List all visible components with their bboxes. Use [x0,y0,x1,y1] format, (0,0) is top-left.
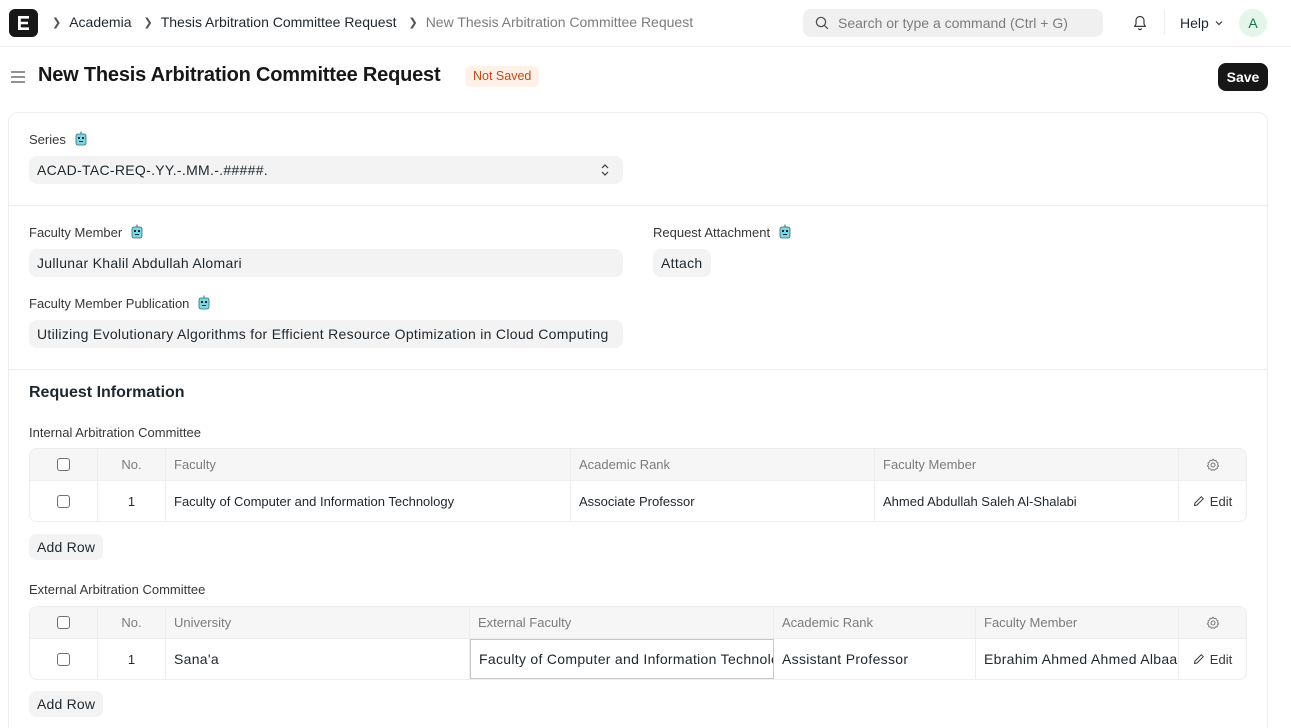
navbar: ❯ Academia ❯ Thesis Arbitration Committe… [0,0,1291,47]
row-edit-button[interactable]: Edit [1179,639,1246,679]
series-label-text: Series [29,131,66,147]
external-committee-label: External Arbitration Committee [29,582,206,597]
chevron-right-icon: ❯ [143,16,153,29]
series-label: Series [29,131,88,147]
gear-icon[interactable] [1206,458,1220,472]
pencil-icon [1193,496,1204,506]
publication-label: Faculty Member Publication [29,295,211,311]
external-committee-table: No. University External Faculty Academic… [29,606,1247,680]
search-bar[interactable] [803,9,1103,37]
section-divider [9,205,1267,206]
column-header-no: No. [98,449,166,480]
row-university[interactable]: Sana'a [166,639,470,679]
bell-icon[interactable] [1131,14,1149,32]
faculty-member-label-text: Faculty Member [29,224,123,240]
gear-icon[interactable] [1206,616,1220,630]
publication-label-text: Faculty Member Publication [29,295,190,311]
series-value: ACAD-TAC-REQ-.YY.-.MM.-.#####. [37,162,268,178]
select-all-cell [30,607,98,638]
row-faculty-member[interactable]: Ebrahim Ahmed Ahmed Albaadani [976,639,1179,679]
page-title: New Thesis Arbitration Committee Request [38,64,441,86]
column-header-academic-rank: Academic Rank [571,449,875,480]
column-header-no: No. [98,607,166,638]
row-select-cell [30,481,98,521]
add-row-button[interactable]: Add Row [29,534,104,560]
select-all-checkbox[interactable] [57,458,70,471]
chevron-right-icon: ❯ [52,16,62,29]
request-attachment-label: Request Attachment [653,224,792,240]
breadcrumb-academia[interactable]: Academia [69,14,131,30]
robot-icon [199,295,210,310]
row-academic-rank[interactable]: Assistant Professor [774,639,976,679]
row-faculty[interactable]: Faculty of Computer and Information Tech… [166,481,571,521]
row-checkbox[interactable] [57,494,70,508]
table-header: No. Faculty Academic Rank Faculty Member [30,449,1246,481]
attach-button[interactable]: Attach [653,249,711,277]
row-edit-button[interactable]: Edit [1179,481,1246,521]
publication-field[interactable]: Utilizing Evolutionary Algorithms for Ef… [29,320,623,348]
select-arrows-icon [601,164,609,176]
row-select-cell [30,639,98,679]
series-select[interactable]: ACAD-TAC-REQ-.YY.-.MM.-.#####. [29,156,623,184]
select-all-checkbox[interactable] [57,616,70,629]
breadcrumb-doctype[interactable]: Thesis Arbitration Committee Request [161,14,397,30]
select-all-cell [30,449,98,480]
row-faculty-member[interactable]: Ahmed Abdullah Saleh Al-Shalabi [875,481,1179,521]
column-header-academic-rank: Academic Rank [774,607,976,638]
column-header-university: University [166,607,470,638]
breadcrumb-current[interactable]: New Thesis Arbitration Committee Request [426,14,693,30]
column-header-external-faculty: External Faculty [470,607,774,638]
robot-icon [75,131,87,146]
edit-label: Edit [1209,651,1233,667]
add-row-button[interactable]: Add Row [29,691,104,717]
column-header-faculty-member: Faculty Member [875,449,1179,480]
chevron-right-icon: ❯ [408,16,418,29]
column-settings[interactable] [1179,607,1246,638]
column-settings[interactable] [1179,449,1246,480]
internal-committee-label: Internal Arbitration Committee [29,425,201,440]
request-attachment-label-text: Request Attachment [653,224,771,240]
status-badge: Not Saved [465,66,540,87]
faculty-member-label: Faculty Member [29,224,144,240]
section-divider [9,369,1267,370]
search-icon [815,16,829,30]
faculty-member-field[interactable]: Jullunar Khalil Abdullah Alomari [29,249,623,277]
table-header: No. University External Faculty Academic… [30,607,1246,639]
pencil-icon [1193,654,1204,664]
robot-icon [779,224,791,239]
edit-label: Edit [1209,493,1233,509]
save-button[interactable]: Save [1218,63,1268,91]
internal-committee-table: No. Faculty Academic Rank Faculty Member… [29,448,1247,522]
row-checkbox[interactable] [57,652,70,666]
column-header-faculty-member: Faculty Member [976,607,1179,638]
search-input[interactable] [838,9,1093,37]
app-logo-icon[interactable] [9,9,38,37]
row-academic-rank[interactable]: Associate Professor [571,481,875,521]
row-no: 1 [98,639,166,679]
robot-icon [131,224,143,239]
chevron-down-icon [1215,21,1223,26]
row-external-faculty[interactable]: Faculty of Computer and Information Tech… [470,639,774,679]
table-row[interactable]: 1 Sana'a Faculty of Computer and Informa… [30,639,1246,679]
help-label: Help [1180,15,1209,31]
section-title-request-information: Request Information [29,384,185,401]
table-row[interactable]: 1 Faculty of Computer and Information Te… [30,481,1246,521]
avatar[interactable]: A [1239,9,1267,37]
help-menu[interactable]: Help [1180,15,1224,31]
hamburger-icon[interactable] [11,70,25,84]
nav-divider [1164,11,1165,35]
row-no: 1 [98,481,166,521]
breadcrumb: ❯ Academia ❯ Thesis Arbitration Committe… [52,14,705,30]
column-header-faculty: Faculty [166,449,571,480]
